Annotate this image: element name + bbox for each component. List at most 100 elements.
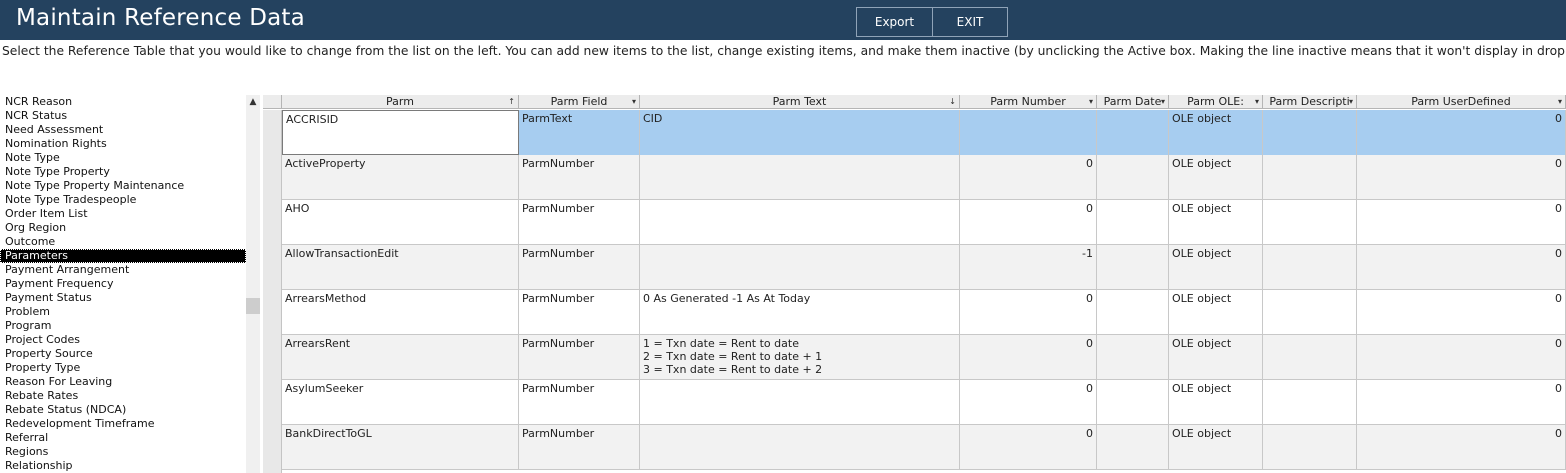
table-cell[interactable]: OLE object — [1169, 425, 1263, 470]
table-cell[interactable]: 0 — [1357, 335, 1566, 380]
table-cell[interactable] — [1263, 245, 1357, 290]
sort-dropdown-icon[interactable]: ▾ — [1255, 95, 1259, 108]
list-item[interactable]: Note Type Property — [0, 165, 246, 179]
table-cell[interactable]: OLE object — [1169, 110, 1263, 155]
column-header[interactable]: Parm ↑ — [282, 95, 519, 109]
sort-dropdown-icon[interactable]: ▾ — [1089, 95, 1093, 108]
table-cell[interactable]: ParmNumber — [519, 425, 640, 470]
select-all-corner[interactable] — [263, 95, 282, 109]
scrollbar-thumb[interactable] — [246, 298, 260, 314]
table-row[interactable]: ArrearsMethod ParmNumber 0 As Generated -1… — [282, 290, 1566, 335]
list-item[interactable]: Problem — [0, 305, 246, 319]
reference-table-list[interactable]: NCR Reason NCR Status Need Assessment Nomin… — [0, 95, 262, 473]
list-item[interactable]: Property Type — [0, 361, 246, 375]
table-cell[interactable] — [1263, 290, 1357, 335]
table-cell[interactable] — [1097, 200, 1169, 245]
table-cell[interactable]: AsylumSeeker — [282, 380, 519, 425]
table-cell[interactable] — [1263, 200, 1357, 245]
table-row[interactable]: ActiveProperty ParmNumber 0 OLE object 0 — [282, 155, 1566, 200]
list-item[interactable]: Payment Arrangement — [0, 263, 246, 277]
table-cell[interactable]: 0 — [1357, 155, 1566, 200]
list-item[interactable]: Regions — [0, 445, 246, 459]
list-item[interactable]: Relationship — [0, 459, 246, 473]
table-cell[interactable]: ParmText — [519, 110, 640, 155]
column-header[interactable]: Parm Date ▾ — [1097, 95, 1169, 109]
table-cell[interactable]: 0 — [960, 425, 1097, 470]
column-header[interactable]: Parm UserDefined ▾ — [1357, 95, 1566, 109]
table-row[interactable]: AsylumSeeker ParmNumber 0 OLE object 0 — [282, 380, 1566, 425]
export-button[interactable]: Export — [856, 7, 933, 37]
table-cell[interactable] — [1263, 380, 1357, 425]
table-cell[interactable]: ParmNumber — [519, 245, 640, 290]
table-cell[interactable]: BankDirectToGL — [282, 425, 519, 470]
list-item[interactable]: NCR Status — [0, 109, 246, 123]
list-item[interactable]: Outcome — [0, 235, 246, 249]
sort-dropdown-icon[interactable]: ▾ — [1349, 95, 1353, 108]
table-cell[interactable]: 0 As Generated -1 As At Today — [640, 290, 960, 335]
list-item[interactable]: Payment Status — [0, 291, 246, 305]
table-cell[interactable] — [640, 200, 960, 245]
list-item[interactable]: Redevelopment Timeframe — [0, 417, 246, 431]
list-item[interactable]: Note Type — [0, 151, 246, 165]
table-row[interactable]: AllowTransactionEdit ParmNumber -1 OLE obje… — [282, 245, 1566, 290]
exit-button[interactable]: EXIT — [932, 7, 1008, 37]
list-item[interactable]: Payment Frequency — [0, 277, 246, 291]
list-scrollbar[interactable]: ▲ — [246, 95, 260, 473]
table-cell[interactable]: 0 — [960, 155, 1097, 200]
table-cell[interactable]: ArrearsMethod — [282, 290, 519, 335]
table-cell[interactable]: ACCRISID — [282, 110, 519, 155]
table-cell[interactable]: -1 — [960, 245, 1097, 290]
list-item[interactable]: NCR Reason — [0, 95, 246, 109]
table-row[interactable]: ArrearsRent ParmNumber 1 = Txn date = Rent… — [282, 335, 1566, 380]
list-item[interactable]: Note Type Property Maintenance — [0, 179, 246, 193]
table-cell[interactable]: 0 — [1357, 425, 1566, 470]
table-cell[interactable]: 0 — [960, 335, 1097, 380]
table-cell[interactable] — [640, 380, 960, 425]
table-row[interactable]: ACCRISID ParmText CID OLE object 0 — [282, 110, 1566, 155]
list-item[interactable]: Note Type Tradespeople — [0, 193, 246, 207]
table-cell[interactable]: OLE object — [1169, 155, 1263, 200]
column-header[interactable]: Parm OLE: ▾ — [1169, 95, 1263, 109]
column-header[interactable]: Parm Field ▾ — [519, 95, 640, 109]
table-cell[interactable] — [1097, 155, 1169, 200]
list-item[interactable]: Parameters — [0, 249, 246, 263]
table-cell[interactable]: ArrearsRent — [282, 335, 519, 380]
table-cell[interactable]: CID — [640, 110, 960, 155]
sort-dropdown-icon[interactable]: ↓ — [949, 95, 956, 108]
record-selector-column[interactable] — [263, 110, 282, 473]
scroll-up-icon[interactable]: ▲ — [246, 95, 260, 109]
table-cell[interactable]: 1 = Txn date = Rent to date 2 = Txn date… — [640, 335, 960, 380]
list-item[interactable]: Project Codes — [0, 333, 246, 347]
column-header[interactable]: Parm Number ▾ — [960, 95, 1097, 109]
table-cell[interactable]: 0 — [1357, 200, 1566, 245]
table-cell[interactable] — [1263, 110, 1357, 155]
table-cell[interactable]: ParmNumber — [519, 200, 640, 245]
list-item[interactable]: Rebate Rates — [0, 389, 246, 403]
column-header[interactable]: Parm Descripti ▾ — [1263, 95, 1357, 109]
column-header[interactable]: Parm Text ↓ — [640, 95, 960, 109]
table-cell[interactable]: ParmNumber — [519, 290, 640, 335]
sort-dropdown-icon[interactable]: ↑ — [508, 95, 515, 108]
sort-dropdown-icon[interactable]: ▾ — [1161, 95, 1165, 108]
table-cell[interactable]: ParmNumber — [519, 380, 640, 425]
table-cell[interactable] — [640, 245, 960, 290]
table-cell[interactable] — [640, 155, 960, 200]
table-cell[interactable] — [1263, 335, 1357, 380]
table-cell[interactable]: OLE object — [1169, 245, 1263, 290]
table-cell[interactable]: 0 — [960, 200, 1097, 245]
table-cell[interactable]: 0 — [960, 290, 1097, 335]
sort-dropdown-icon[interactable]: ▾ — [1558, 95, 1562, 108]
table-cell[interactable] — [1097, 425, 1169, 470]
list-item[interactable]: Reason For Leaving — [0, 375, 246, 389]
table-cell[interactable] — [1097, 380, 1169, 425]
list-item[interactable]: Org Region — [0, 221, 246, 235]
table-cell[interactable]: 0 — [1357, 245, 1566, 290]
table-cell[interactable]: ParmNumber — [519, 155, 640, 200]
list-item[interactable]: Program — [0, 319, 246, 333]
table-cell[interactable] — [1097, 290, 1169, 335]
table-cell[interactable] — [1097, 245, 1169, 290]
table-cell[interactable]: 0 — [1357, 290, 1566, 335]
table-cell[interactable] — [1097, 335, 1169, 380]
list-item[interactable]: Need Assessment — [0, 123, 246, 137]
table-cell[interactable]: ActiveProperty — [282, 155, 519, 200]
